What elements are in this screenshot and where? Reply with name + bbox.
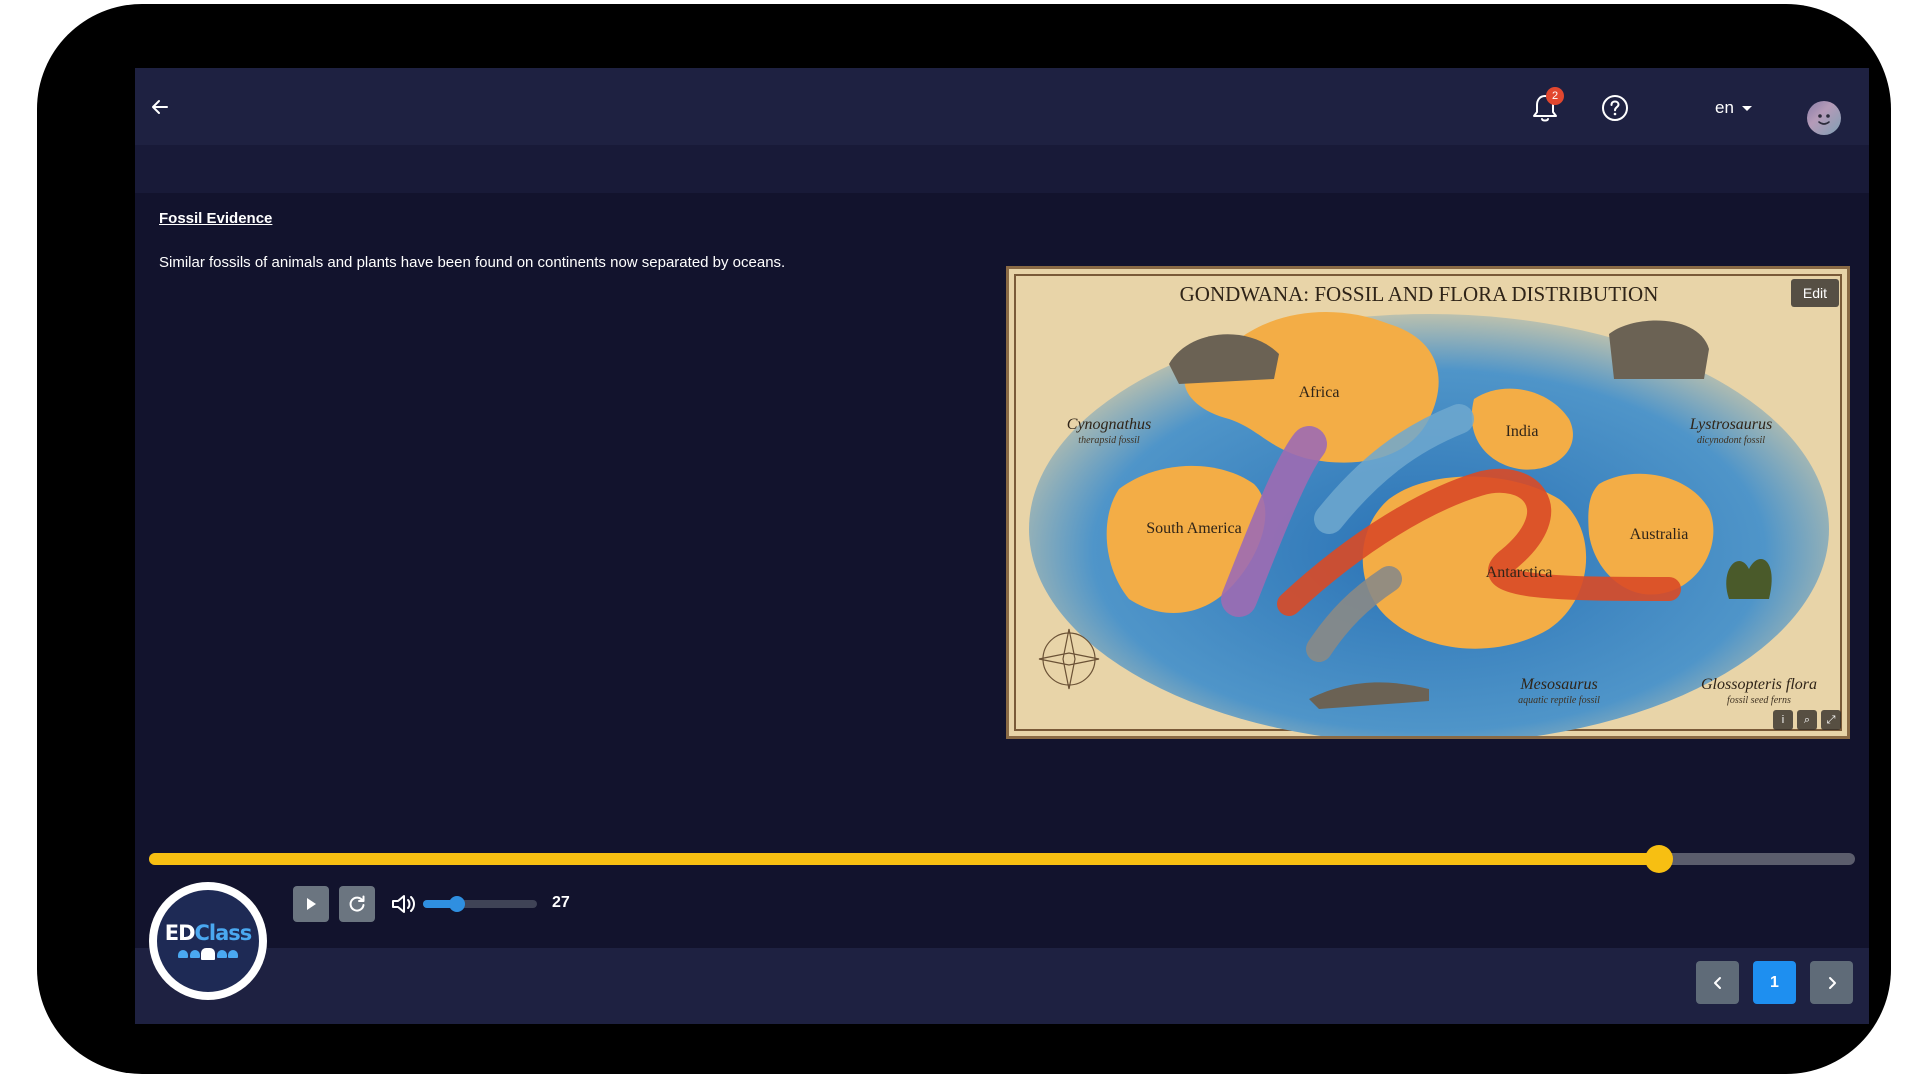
speaker-icon <box>392 895 415 913</box>
label-cynognathus: Cynognathus <box>1067 416 1151 433</box>
previous-page-button[interactable] <box>1696 961 1739 1004</box>
label-south-america: South America <box>1146 520 1242 537</box>
avatar-face-icon <box>1818 114 1830 125</box>
help-button[interactable] <box>1595 88 1635 128</box>
label-lystrosaurus-sub: dicynodont fossil <box>1697 435 1765 446</box>
fullscreen-icon[interactable]: ⤢ <box>1821 710 1841 730</box>
volume-slider[interactable] <box>423 896 537 912</box>
next-page-button[interactable] <box>1810 961 1853 1004</box>
media-progress-bar[interactable] <box>149 845 1855 873</box>
help-circle-icon <box>1602 95 1628 121</box>
media-progress-handle[interactable] <box>1644 845 1673 873</box>
label-africa: Africa <box>1299 384 1340 401</box>
label-mesosaurus: Mesosaurus <box>1519 676 1597 693</box>
media-progress-fill <box>149 853 1659 865</box>
play-icon <box>307 898 316 910</box>
label-antarctica: Antarctica <box>1486 564 1553 581</box>
replay-icon <box>349 895 365 912</box>
sub-header-bar <box>135 145 1869 193</box>
label-glossopteris-sub: fossil seed ferns <box>1727 695 1791 706</box>
lesson-body-text: Similar fossils of animals and plants ha… <box>159 254 786 271</box>
chevron-left-icon <box>1713 976 1721 989</box>
logo-text-class: Class <box>194 921 253 945</box>
replay-button[interactable] <box>339 886 375 922</box>
label-mesosaurus-sub: aquatic reptile fossil <box>1518 695 1600 706</box>
user-avatar[interactable] <box>1807 101 1841 135</box>
label-glossopteris: Glossopteris flora <box>1701 676 1817 693</box>
label-india: India <box>1506 423 1539 440</box>
label-australia: Australia <box>1630 526 1689 543</box>
footer-bar <box>135 948 1869 1024</box>
chevron-down-icon <box>1741 105 1752 111</box>
volume-value: 27 <box>552 894 570 911</box>
logo-people-icon <box>178 948 238 960</box>
play-button[interactable] <box>293 886 329 922</box>
app-screen: 2 en Fossil Evidence Similar fossils of … <box>135 68 1869 1024</box>
gondwana-map-image[interactable]: GONDWANA: FOSSIL AND FLORA DISTRIBUTION … <box>1006 266 1850 739</box>
edclass-logo: EDClass <box>149 882 267 1000</box>
current-page-button[interactable]: 1 <box>1753 961 1796 1004</box>
notification-count-badge: 2 <box>1546 87 1564 105</box>
arrow-left-icon <box>152 100 168 114</box>
volume-button[interactable] <box>390 892 418 916</box>
top-bar: 2 en <box>135 68 1869 145</box>
language-selector[interactable]: en <box>1715 96 1752 120</box>
notifications-button[interactable]: 2 <box>1525 87 1565 128</box>
language-label: en <box>1715 98 1734 117</box>
logo-text-ed: ED <box>164 921 196 945</box>
image-toolbar: i ⌕ ⤢ <box>1773 710 1841 730</box>
label-cynognathus-sub: therapsid fossil <box>1078 435 1140 446</box>
logo-wordmark: EDClass <box>164 921 253 945</box>
chevron-right-icon <box>1828 976 1836 989</box>
edit-image-button[interactable]: Edit <box>1790 279 1839 307</box>
info-icon[interactable]: i <box>1773 710 1793 730</box>
map-title: GONDWANA: FOSSIL AND FLORA DISTRIBUTION <box>1180 282 1659 306</box>
tablet-frame: 2 en Fossil Evidence Similar fossils of … <box>37 4 1891 1074</box>
continent-antarctica <box>1362 476 1587 649</box>
map-illustration: GONDWANA: FOSSIL AND FLORA DISTRIBUTION … <box>1009 269 1847 736</box>
volume-slider-handle[interactable] <box>449 896 466 912</box>
zoom-icon[interactable]: ⌕ <box>1797 710 1817 730</box>
logo-badge: EDClass <box>155 888 261 994</box>
label-lystrosaurus: Lystrosaurus <box>1689 416 1773 433</box>
back-button[interactable] <box>143 90 177 124</box>
section-title: Fossil Evidence <box>159 210 273 227</box>
